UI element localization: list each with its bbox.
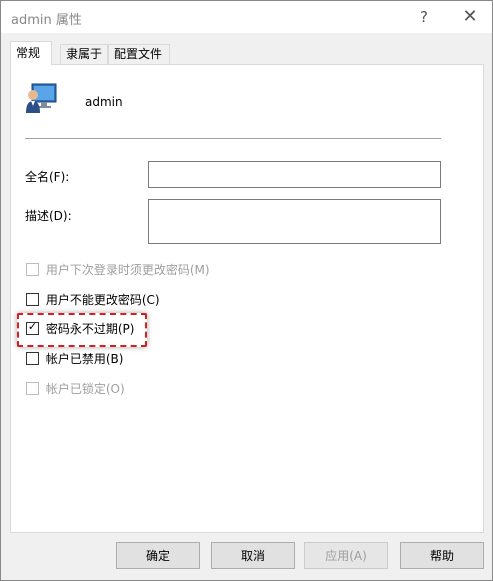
help-icon[interactable]: ? (409, 5, 439, 29)
apply-button: 应用(A) (304, 542, 388, 569)
password-never-expires-checkbox[interactable]: ✓ (26, 320, 39, 335)
title-bar: admin 属性 ? ✕ (1, 1, 492, 33)
cannot-change-password-label: 用户不能更改密码(C) (45, 293, 160, 307)
tab-general[interactable]: 常规 (10, 41, 52, 65)
close-icon[interactable]: ✕ (455, 5, 485, 29)
user-name: admin (85, 95, 123, 109)
description-field[interactable] (148, 199, 441, 244)
user-monitor-icon (26, 83, 57, 113)
ok-button[interactable]: 确定 (116, 542, 200, 569)
cancel-button[interactable]: 取消 (211, 542, 295, 569)
password-never-expires-label: 密码永不过期(P) (45, 322, 135, 336)
properties-dialog: admin 属性 ? ✕ 常规 隶属于 配置文件 admin 全名(F): 描述… (0, 0, 493, 581)
window-title: admin 属性 (11, 13, 82, 28)
cannot-change-password-checkbox[interactable] (26, 293, 39, 306)
account-disabled-option[interactable]: 帐户已禁用(B) (26, 351, 123, 367)
general-panel: admin 全名(F): 描述(D): 用户下次登录时须更改密码(M) 用户不能… (10, 64, 484, 533)
help-button[interactable]: 帮助 (400, 542, 484, 569)
tab-profile[interactable]: 配置文件 (108, 44, 170, 64)
fullname-field[interactable] (148, 161, 441, 188)
account-disabled-checkbox[interactable] (26, 352, 39, 365)
must-change-password-checkbox (26, 263, 39, 276)
fullname-label: 全名(F): (25, 170, 70, 184)
tab-member-of[interactable]: 隶属于 (60, 44, 108, 64)
account-locked-checkbox (26, 382, 39, 395)
description-label: 描述(D): (25, 209, 72, 223)
password-never-expires-option[interactable]: ✓ 密码永不过期(P) (26, 320, 135, 337)
account-locked-option: 帐户已锁定(O) (26, 381, 125, 397)
divider (25, 138, 441, 139)
must-change-password-option: 用户下次登录时须更改密码(M) (26, 262, 210, 278)
checkmark-icon: ✓ (27, 320, 38, 333)
cannot-change-password-option[interactable]: 用户不能更改密码(C) (26, 292, 160, 308)
must-change-password-label: 用户下次登录时须更改密码(M) (45, 263, 210, 277)
account-locked-label: 帐户已锁定(O) (45, 382, 125, 396)
account-disabled-label: 帐户已禁用(B) (45, 352, 124, 366)
